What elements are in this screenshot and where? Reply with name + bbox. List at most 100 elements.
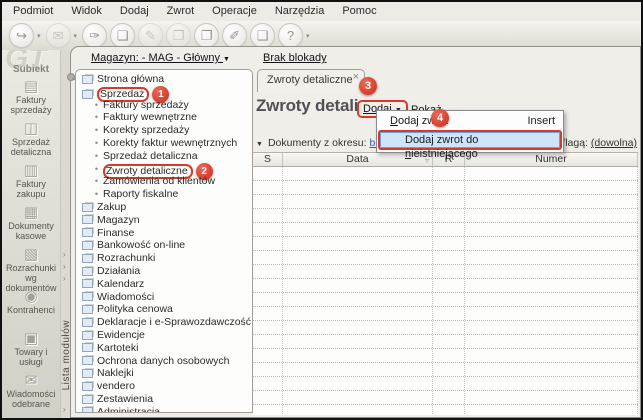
table-row[interactable]: [253, 265, 638, 279]
tree-item-ochrona-danych-osobowych[interactable]: Ochrona danych osobowych: [78, 355, 252, 368]
table-cell: [253, 349, 283, 362]
archive-icon[interactable]: ❑: [250, 23, 275, 48]
table-row[interactable]: [253, 251, 638, 265]
menu-item-dodaj-zwrot-do-nieistniejacego[interactable]: Dodaj zwrot do nieistniejącego: [380, 132, 560, 148]
table-row[interactable]: [253, 237, 638, 251]
tree-item-label: Raporty fiskalne: [103, 188, 178, 200]
chevron-right-icon[interactable]: ›: [63, 274, 66, 283]
table-row[interactable]: [253, 377, 638, 391]
tree-item-zamowienia-od-klientow[interactable]: •Zamówienia od klientów: [78, 175, 252, 188]
tree-item-magazyn[interactable]: Magazyn: [78, 214, 252, 227]
table-row[interactable]: [253, 307, 638, 321]
table-row[interactable]: [253, 335, 638, 349]
new-document-icon[interactable]: ❏: [110, 23, 135, 48]
chevron-right-icon[interactable]: ›: [63, 405, 66, 414]
tree-item-sprzedaz-detaliczna[interactable]: •Sprzedaż detaliczna: [78, 150, 252, 163]
tree-item-finanse[interactable]: Finanse: [78, 227, 252, 240]
table-cell: [253, 321, 283, 334]
table-cell: [283, 405, 433, 415]
table-row[interactable]: [253, 209, 638, 223]
tree-item-administracja[interactable]: Administracja: [78, 406, 252, 413]
column-header-numer[interactable]: Numer: [465, 153, 638, 166]
chevron-right-icon[interactable]: ›: [63, 262, 66, 271]
module-faktury-zakupu[interactable]: ▥Faktury zakupu: [2, 163, 60, 205]
tree-item-kalendarz[interactable]: Kalendarz: [78, 278, 252, 291]
tree-item-zwroty-detaliczne[interactable]: •Zwroty detaliczne2: [78, 163, 252, 176]
tree-item-naklejki[interactable]: Naklejki: [78, 367, 252, 380]
module-faktury-sprzedazy[interactable]: ▤Faktury sprzedaży: [2, 79, 60, 121]
table-row[interactable]: [253, 363, 638, 377]
subiekt-gt-window: PodmiotWidokDodajZwrotOperacjeNarzędziaP…: [0, 0, 643, 420]
tree-item-wiadomosci[interactable]: Wiadomości: [78, 291, 252, 304]
correction-icon[interactable]: ✐: [222, 23, 247, 48]
module-towary-i-uslugi[interactable]: ▣Towary i usługi: [2, 331, 60, 373]
table-row[interactable]: [253, 321, 638, 335]
tree-item-ewidencje[interactable]: Ewidencje: [78, 329, 252, 342]
table-cell: [433, 251, 465, 264]
tree-item-zestawienia[interactable]: Zestawienia: [78, 393, 252, 406]
menubar-item-podmiot[interactable]: Podmiot: [4, 3, 62, 20]
tree-node-icon: [82, 395, 93, 404]
tree-item-strona-glowna[interactable]: Strona główna: [78, 73, 252, 86]
table-cell: [283, 195, 433, 208]
module-dokumenty-kasowe[interactable]: ▦Dokumenty kasowe: [2, 205, 60, 247]
tree-item-korekty-sprzedazy[interactable]: •Korekty sprzedaży: [78, 124, 252, 137]
stamp-icon[interactable]: ✑: [82, 23, 107, 48]
tree-item-korekty-faktur-wewnetrznych[interactable]: •Korekty faktur wewnętrznych: [78, 137, 252, 150]
table-row[interactable]: [253, 223, 638, 237]
open-document-icon[interactable]: ↪: [9, 23, 34, 48]
collapse-filter-icon[interactable]: ▼: [256, 141, 263, 148]
table-row[interactable]: [253, 167, 638, 181]
tree-item-raporty-fiskalne[interactable]: •Raporty fiskalne: [78, 188, 252, 201]
table-cell: [283, 377, 433, 390]
warehouse-selector[interactable]: Magazyn: - MAG - Główny ▼: [91, 52, 230, 64]
tree-item-faktury-wewnetrzne[interactable]: •Faktury wewnętrzne: [78, 111, 252, 124]
tree-item-deklaracje-i-e-sprawozdawczosc[interactable]: Deklaracje i e-Sprawozdawczość: [78, 316, 252, 329]
tree-item-dzialania[interactable]: Działania: [78, 265, 252, 278]
tree-item-bankowosc-on-line[interactable]: Bankowość on-line: [78, 239, 252, 252]
tree-item-label: Faktury wewnętrzne: [103, 111, 197, 123]
table-cell: [433, 167, 465, 180]
tree-item-polityka-cenowa[interactable]: Polityka cenowa: [78, 303, 252, 316]
column-header-s[interactable]: S: [253, 153, 283, 166]
tab-zwroty-detaliczne[interactable]: Zwroty detaliczne ×: [257, 69, 365, 92]
menubar-item-narzedzia[interactable]: Narzędzia: [266, 3, 334, 20]
context-bar: Magazyn: - MAG - Główny ▼ Brak blokady: [71, 52, 640, 68]
help-icon[interactable]: ?: [278, 23, 303, 48]
menubar-item-pomoc[interactable]: Pomoc: [333, 3, 385, 20]
menubar-item-widok[interactable]: Widok: [62, 3, 111, 20]
tree-item-vendero[interactable]: vendero: [78, 380, 252, 393]
table-row[interactable]: [253, 405, 638, 415]
module-kontrahenci[interactable]: ◉Kontrahenci: [2, 289, 60, 331]
tree-item-faktury-sprzedazy[interactable]: •Faktury sprzedaży: [78, 99, 252, 112]
chevron-right-icon[interactable]: ›: [63, 250, 66, 259]
navigation-tree: Strona głównaSprzedaż1•Faktury sprzedaży…: [75, 69, 253, 413]
table-row[interactable]: [253, 391, 638, 405]
table-row[interactable]: [253, 293, 638, 307]
chevron-down-icon[interactable]: ▾: [306, 32, 310, 40]
table-row[interactable]: [253, 349, 638, 363]
tree-item-rozrachunki[interactable]: Rozrachunki: [78, 252, 252, 265]
module-rozrachunki-wg-dokumentow[interactable]: ▧Rozrachunki wg dokumentów: [2, 247, 60, 289]
table-row[interactable]: [253, 181, 638, 195]
menubar-item-operacje[interactable]: Operacje: [203, 3, 266, 20]
menubar-item-dodaj[interactable]: Dodaj: [111, 3, 158, 20]
menu-item-dodaj-zwrot[interactable]: Dodaj zwrotInsert: [377, 113, 563, 130]
table-row[interactable]: [253, 195, 638, 209]
table-row[interactable]: [253, 279, 638, 293]
tree-item-sprzedaz[interactable]: Sprzedaż1: [78, 86, 252, 99]
tree-item-zakup[interactable]: Zakup: [78, 201, 252, 214]
edit-document-icon: ✎: [138, 23, 163, 48]
module-label: Towary i usługi: [3, 347, 59, 367]
flag-filter-link[interactable]: (dowolna): [591, 137, 637, 149]
close-icon[interactable]: ×: [353, 71, 359, 83]
table-cell: [283, 237, 433, 250]
print-icon[interactable]: ❐: [194, 23, 219, 48]
chevron-down-icon[interactable]: ▾: [37, 32, 41, 40]
lock-status-link[interactable]: Brak blokady: [263, 52, 327, 64]
table-cell: [283, 363, 433, 376]
menubar-item-zwrot[interactable]: Zwrot: [158, 3, 204, 20]
module-sprzedaz-detaliczna[interactable]: ◫Sprzedaż detaliczna: [2, 121, 60, 163]
tree-item-kartoteki[interactable]: Kartoteki: [78, 342, 252, 355]
module-wiadomosci-odebrane[interactable]: ✉Wiadomości odebrane: [2, 373, 60, 415]
